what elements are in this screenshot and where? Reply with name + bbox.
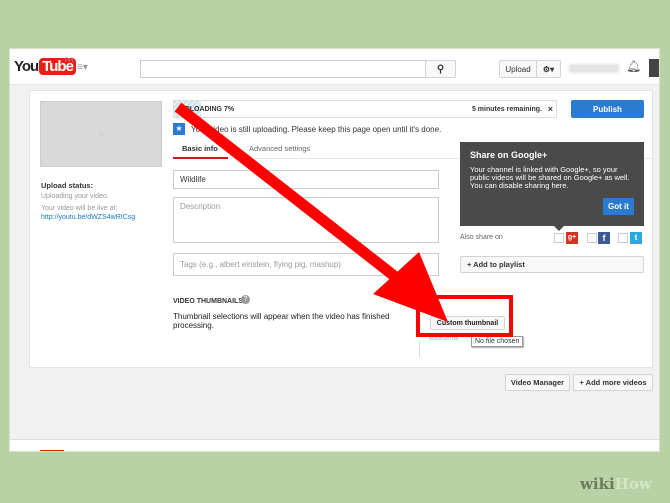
arrow-shaft	[174, 102, 429, 305]
wikihow-watermark: wikiHow	[580, 475, 652, 493]
watermark-how: How	[614, 475, 652, 493]
watermark-wiki: wiki	[580, 475, 615, 493]
red-annotation-arrow	[174, 102, 513, 337]
